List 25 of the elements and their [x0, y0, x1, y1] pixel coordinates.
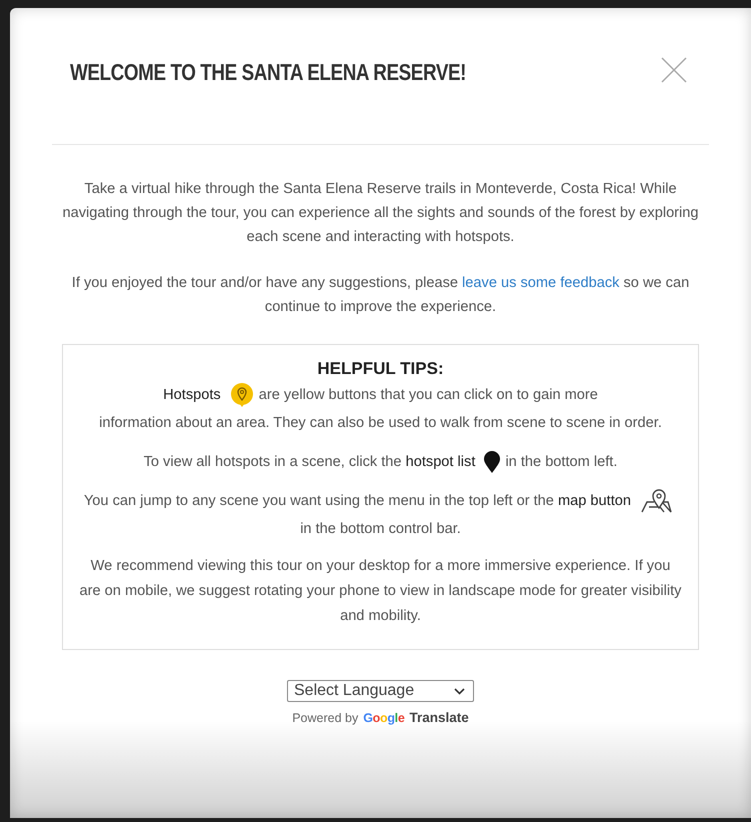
- tips-heading: HELPFUL TIPS:: [316, 358, 445, 380]
- bold-label: map button: [558, 493, 632, 509]
- bold-label: Hotspots: [163, 387, 221, 403]
- caret-icon: [454, 688, 465, 694]
- intro-paragraph: Take a virtual hike through the Santa Elena Reserve trails in Monteverde, Costa Rica! While navigating through the tour, you can experience all the sights and sounds of the forest by exploring each scene and interacting with hotspots.: [62, 180, 699, 247]
- bold-label: hotspot list: [406, 454, 476, 470]
- brand-logo[interactable]: Google: [363, 706, 405, 730]
- tip-text: information about an area. They can also be used to walk from scene to: [99, 414, 562, 433]
- tip-text: scene in order.: [566, 414, 662, 433]
- tip-text: are yellow buttons that you can click on to gain more: [258, 386, 598, 405]
- powered-by-text: Powered by: [292, 710, 358, 727]
- tip-text: in the bottom left.: [505, 453, 618, 472]
- tip-text: in the bottom control bar.: [300, 520, 461, 539]
- translate-label: Translate: [410, 709, 469, 727]
- pin-icon: [484, 451, 500, 474]
- tip-text: We recommend viewing this tour on your desktop for a more immersive experience. If you are on mobile, we suggest rotating your phone to view in landscape mode for greater visibility and mobility.: [80, 558, 682, 624]
- language-select[interactable]: Select Language: [287, 680, 474, 702]
- feedback-link[interactable]: leave us some feedback: [462, 275, 620, 291]
- close-icon[interactable]: [661, 57, 687, 83]
- tip-text: To view all hotspots in a scene, click the: [144, 453, 402, 472]
- map-icon: [640, 488, 672, 514]
- tip-text: You can jump to any scene you want using the menu in the top left or the: [84, 492, 554, 511]
- hotspot-icon: [230, 382, 254, 408]
- modal-title: WELCOME TO THE SANTA ELENA RESERVE!: [70, 58, 466, 86]
- feedback-paragraph: If you enjoyed the tour and/or have any suggestions, please leave us some feedback so we can continue to improve the experience.: [70, 274, 690, 317]
